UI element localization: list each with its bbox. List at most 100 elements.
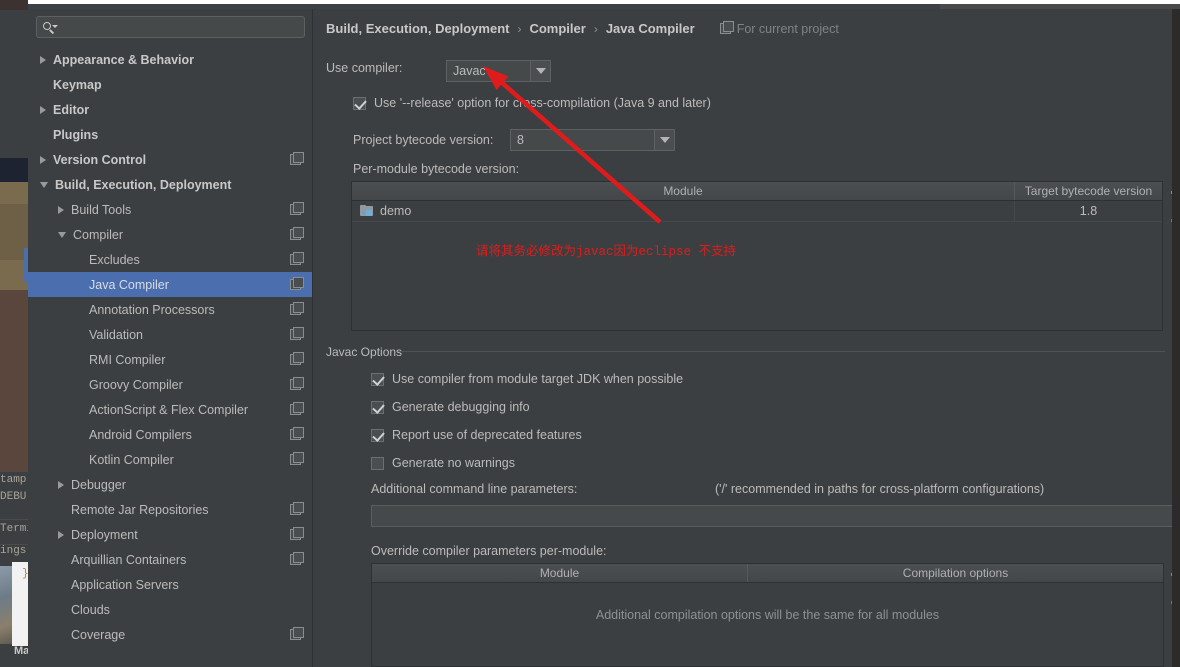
sidebar-item-editor[interactable]: Editor (28, 97, 313, 122)
sidebar-item-clouds[interactable]: Clouds (28, 597, 313, 622)
project-scope-indicator: For current project (719, 21, 839, 36)
sidebar-item-rmi-compiler[interactable]: RMI Compiler (28, 347, 313, 372)
background-divider-1 (0, 471, 28, 472)
search-icon (43, 21, 58, 34)
sidebar-item-annotation-processors[interactable]: Annotation Processors (28, 297, 313, 322)
sidebar-item-actionscript-flex-compiler[interactable]: ActionScript & Flex Compiler (28, 397, 313, 422)
project-scope-icon (290, 502, 304, 515)
sidebar-item-application-servers[interactable]: Application Servers (28, 572, 313, 597)
sidebar-item-kotlin-compiler[interactable]: Kotlin Compiler (28, 447, 313, 472)
module-table-header-module[interactable]: Module (352, 182, 1014, 200)
use-compiler-dropdown[interactable]: Javac (446, 60, 551, 82)
breadcrumb-separator-0: › (517, 21, 522, 36)
module-table-cell-target[interactable]: 1.8 (1014, 201, 1162, 221)
project-scope-label: For current project (736, 21, 839, 36)
background-label-ma: Ma (14, 645, 30, 657)
additional-params-input[interactable] (371, 505, 1180, 527)
sidebar-item-plugins[interactable]: Plugins (28, 122, 313, 147)
sidebar-item-label: Build, Execution, Deployment (55, 177, 232, 192)
search-input[interactable] (60, 20, 290, 34)
project-scope-icon (290, 202, 304, 215)
project-bytecode-dropdown-button[interactable] (654, 130, 674, 150)
chevron-right-icon[interactable] (58, 530, 64, 539)
breadcrumb-item-1[interactable]: Compiler (529, 21, 585, 36)
project-scope-icon (290, 352, 304, 365)
override-table-header: Module Compilation options (372, 564, 1163, 583)
project-bytecode-row: Project bytecode version: (353, 133, 493, 147)
sidebar-item-label: Deployment (71, 527, 138, 542)
project-scope-icon (290, 327, 304, 340)
generate-no-warnings-row[interactable]: Generate no warnings (371, 456, 515, 470)
module-table-header-target[interactable]: Target bytecode version (1014, 182, 1162, 200)
sidebar-item-deployment[interactable]: Deployment (28, 522, 313, 547)
release-option-checkbox[interactable] (353, 96, 366, 110)
search-box[interactable] (36, 16, 305, 38)
sidebar-item-arquillian-containers[interactable]: Arquillian Containers (28, 547, 313, 572)
report-deprecated-row[interactable]: Report use of deprecated features (371, 428, 582, 442)
sidebar-item-compiler[interactable]: Compiler (28, 222, 313, 247)
sidebar-item-android-compilers[interactable]: Android Compilers (28, 422, 313, 447)
project-bytecode-dropdown[interactable]: 8 (510, 129, 675, 151)
sidebar-item-coverage[interactable]: Coverage (28, 622, 313, 647)
override-params-label-row: Override compiler parameters per-module: (371, 544, 607, 558)
sidebar-item-label: Java Compiler (89, 277, 169, 292)
report-deprecated-checkbox[interactable] (371, 428, 384, 442)
sidebar-item-build-tools[interactable]: Build Tools (28, 197, 313, 222)
report-deprecated-label: Report use of deprecated features (392, 428, 582, 442)
sidebar-item-label: Android Compilers (89, 427, 192, 442)
breadcrumb-item-0[interactable]: Build, Execution, Deployment (326, 21, 509, 36)
sidebar-item-build-execution-deployment[interactable]: Build, Execution, Deployment (28, 172, 313, 197)
project-scope-icon (290, 402, 304, 415)
settings-tree: Appearance & Behavior Keymap Editor Plugins… (28, 47, 313, 667)
settings-main-panel: Build, Execution, Deployment › Compiler … (313, 9, 1180, 667)
settings-sidebar: Appearance & Behavior Keymap Editor Plugins… (28, 9, 340, 667)
override-params-table[interactable]: Module Compilation options Additional co… (371, 563, 1164, 667)
generate-debugging-info-checkbox[interactable] (371, 400, 384, 414)
use-module-jdk-compiler-row[interactable]: Use compiler from module target JDK when… (371, 372, 683, 386)
sidebar-item-groovy-compiler[interactable]: Groovy Compiler (28, 372, 313, 397)
chevron-down-icon[interactable] (40, 181, 48, 188)
table-row[interactable]: demo 1.8 (352, 201, 1162, 222)
sidebar-item-label: Application Servers (71, 577, 179, 592)
generate-no-warnings-checkbox[interactable] (371, 456, 384, 470)
project-scope-icon (290, 152, 304, 165)
chevron-right-icon[interactable] (40, 155, 46, 164)
additional-params-label: Additional command line parameters: (371, 482, 578, 496)
sidebar-item-java-compiler[interactable]: Java Compiler (28, 272, 313, 297)
chevron-right-icon[interactable] (58, 205, 64, 214)
module-bytecode-table[interactable]: Module Target bytecode version demo 1.8 (351, 181, 1163, 331)
sidebar-item-label: Plugins (53, 127, 99, 142)
override-table-header-module[interactable]: Module (372, 564, 747, 582)
sidebar-item-excludes[interactable]: Excludes (28, 247, 313, 272)
project-scope-icon (290, 227, 304, 240)
background-brown-band (0, 290, 28, 472)
use-compiler-row: Use compiler: (326, 61, 402, 75)
project-scope-icon (290, 252, 304, 265)
background-label-terminal: Termin (0, 523, 30, 535)
release-option-row[interactable]: Use '--release' option for cross-compila… (353, 96, 711, 110)
project-scope-icon (290, 527, 304, 540)
sidebar-item-label: Excludes (89, 252, 140, 267)
sidebar-item-validation[interactable]: Validation (28, 322, 313, 347)
module-folder-icon (360, 205, 374, 217)
use-compiler-dropdown-button[interactable] (530, 61, 550, 81)
javac-options-group-line (398, 351, 1165, 352)
override-table-header-options[interactable]: Compilation options (747, 564, 1163, 582)
project-scope-icon (290, 277, 304, 290)
generate-debugging-info-row[interactable]: Generate debugging info (371, 400, 530, 414)
sidebar-item-keymap[interactable]: Keymap (28, 72, 313, 97)
chevron-right-icon[interactable] (40, 55, 46, 64)
use-compiler-value: Javac (453, 64, 486, 78)
sidebar-item-debugger[interactable]: Debugger (28, 472, 313, 497)
use-module-jdk-compiler-checkbox[interactable] (371, 372, 384, 386)
chevron-right-icon[interactable] (58, 480, 64, 489)
additional-params-hint-row: ('/' recommended in paths for cross-plat… (715, 482, 1044, 496)
release-option-label: Use '--release' option for cross-compila… (374, 96, 711, 110)
chevron-right-icon[interactable] (40, 105, 46, 114)
sidebar-item-remote-jar-repositories[interactable]: Remote Jar Repositories (28, 497, 313, 522)
sidebar-item-appearance-behavior[interactable]: Appearance & Behavior (28, 47, 313, 72)
background-label-tamp: tamp (0, 474, 27, 486)
additional-params-hint: ('/' recommended in paths for cross-plat… (715, 482, 1045, 496)
chevron-down-icon[interactable] (58, 231, 66, 238)
sidebar-item-version-control[interactable]: Version Control (28, 147, 313, 172)
